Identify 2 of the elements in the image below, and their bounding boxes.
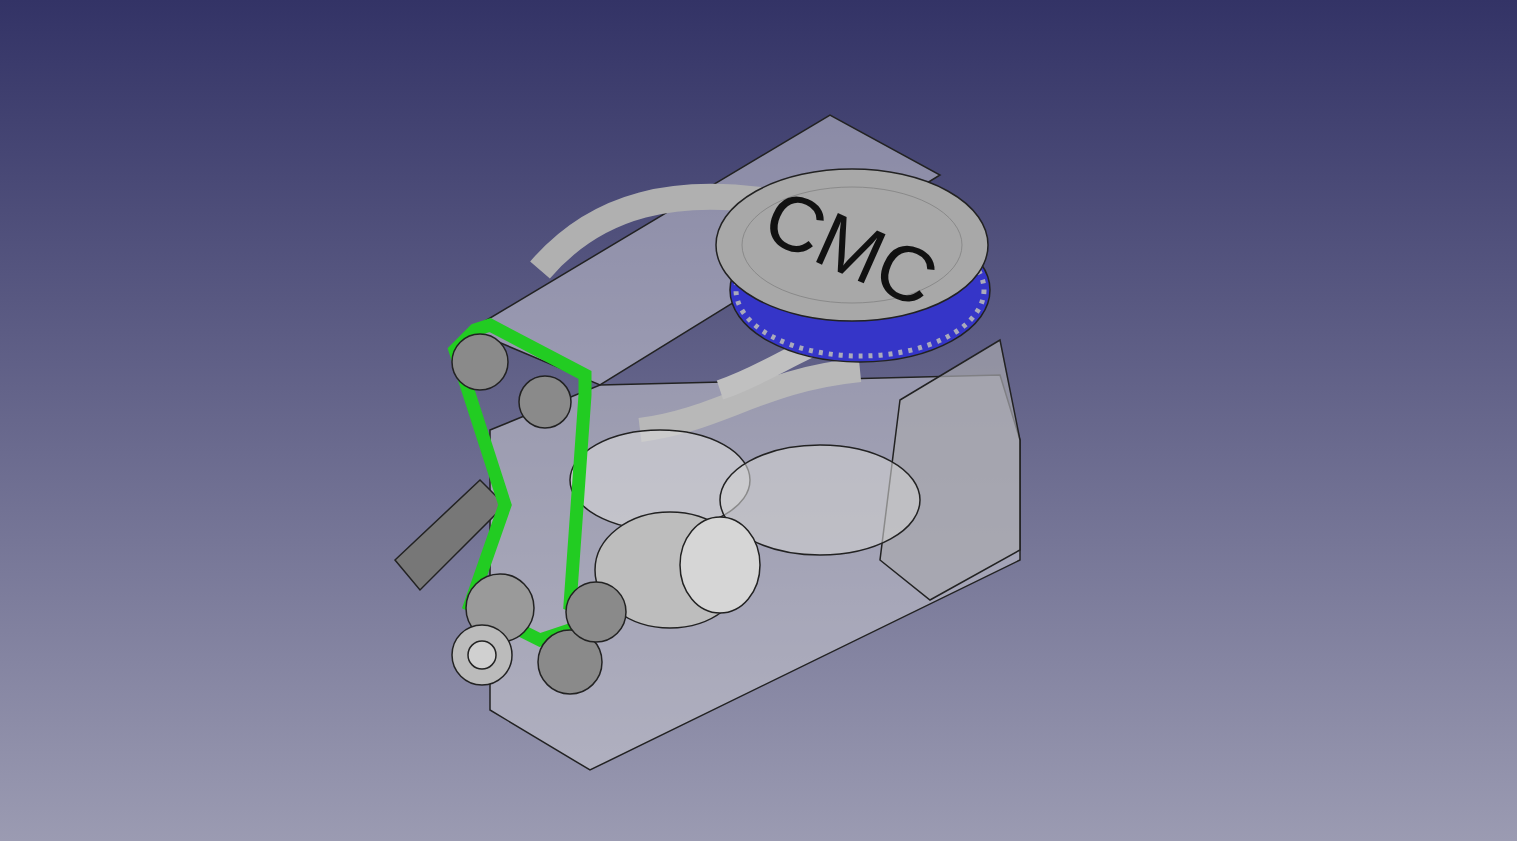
3d-viewport[interactable]: CMC — [0, 0, 1517, 841]
air-filter-label: CMC — [751, 171, 950, 325]
